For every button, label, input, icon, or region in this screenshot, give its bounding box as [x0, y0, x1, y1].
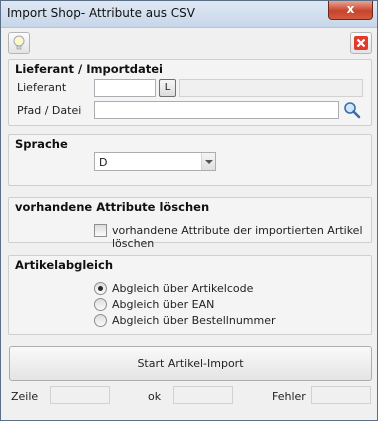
lieferant-lookup-button[interactable]: L [159, 79, 176, 97]
import-window: Import Shop- Attribute aus CSV x Liefera… [0, 0, 378, 421]
lieferant-group: Lieferant / Importdatei Lieferant L Pfad… [8, 59, 372, 126]
zeile-field [50, 386, 110, 404]
chevron-down-icon [201, 153, 215, 170]
lieferant-input[interactable] [94, 79, 156, 97]
sprache-group: Sprache D [8, 134, 372, 186]
delete-attributes-group: vorhandene Attribute löschen vorhandene … [8, 197, 372, 250]
ok-field [173, 386, 233, 404]
browse-button[interactable] [342, 100, 362, 120]
path-label: Pfad / Datei [17, 104, 82, 117]
fehler-field [311, 386, 371, 404]
magnifier-icon [344, 102, 361, 119]
sprache-selected-value: D [99, 156, 108, 169]
tip-button[interactable] [8, 32, 30, 54]
lieferant-group-title: Lieferant / Importdatei [15, 62, 163, 76]
cancel-button[interactable] [350, 32, 372, 54]
lieferant-name-field [179, 79, 363, 97]
artikelabgleich-group-title: Artikelabgleich [15, 258, 114, 272]
ok-label: ok [148, 390, 162, 403]
title-bar: Import Shop- Attribute aus CSV x [1, 1, 377, 28]
radio-ean-label[interactable]: Abgleich über EAN [112, 298, 214, 311]
lieferant-label: Lieferant [17, 81, 67, 94]
radio-ean[interactable] [94, 298, 107, 311]
radio-artikelcode-label[interactable]: Abgleich über Artikelcode [112, 282, 253, 295]
sprache-group-title: Sprache [15, 137, 68, 151]
artikelabgleich-group: Artikelabgleich Abgleich über Artikelcod… [8, 255, 372, 335]
delete-attributes-label[interactable]: vorhandene Attribute der importierten Ar… [112, 224, 371, 250]
lightbulb-icon [13, 35, 25, 50]
delete-group-title: vorhandene Attribute löschen [15, 200, 210, 214]
radio-artikelcode[interactable] [94, 282, 107, 295]
red-x-icon [354, 36, 368, 50]
sprache-select[interactable]: D [94, 152, 216, 171]
window-close-button[interactable]: x [328, 1, 373, 20]
radio-bestellnummer[interactable] [94, 314, 107, 327]
window-title: Import Shop- Attribute aus CSV [7, 6, 195, 20]
radio-bestellnummer-label[interactable]: Abgleich über Bestellnummer [112, 314, 276, 327]
start-import-button[interactable]: Start Artikel-Import [9, 346, 372, 381]
zeile-label: Zeile [11, 390, 39, 403]
path-input[interactable] [94, 101, 339, 119]
delete-attributes-checkbox[interactable] [94, 224, 107, 237]
fehler-label: Fehler [272, 390, 306, 403]
